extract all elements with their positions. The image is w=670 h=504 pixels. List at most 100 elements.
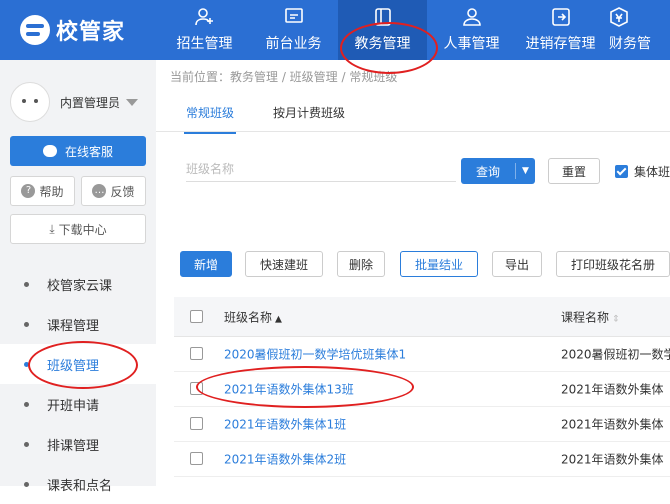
class-name-link[interactable]: 2020暑假班初一数学培优班集体1 bbox=[224, 346, 406, 363]
course-name-cell: 2021年语数外集体 bbox=[561, 452, 664, 467]
sidebar-item-course-management[interactable]: 课程管理 bbox=[0, 304, 156, 344]
chevron-down-icon[interactable] bbox=[126, 98, 139, 106]
tab-bar: 常规班级 按月计费班级 bbox=[156, 92, 670, 134]
box-arrow-icon bbox=[551, 7, 571, 27]
tab-regular-class[interactable]: 常规班级 bbox=[183, 104, 237, 134]
avatar bbox=[10, 82, 50, 122]
sort-asc-icon[interactable]: ▲ bbox=[275, 314, 282, 324]
nav-item-hr[interactable]: 人事管理 bbox=[427, 0, 516, 60]
brand-name: 校管家 bbox=[56, 20, 126, 45]
class-name-link[interactable]: 2021年语数外集体13班 bbox=[224, 381, 354, 398]
bullet bbox=[24, 361, 29, 367]
class-name-link[interactable]: 2021年语数外集体2班 bbox=[224, 451, 346, 468]
sidebar-item-class-management[interactable]: 班级管理 bbox=[0, 344, 156, 384]
nav-item-label: 进销存管理 bbox=[525, 36, 596, 52]
add-button[interactable]: 新增 bbox=[180, 251, 232, 277]
table-row: 2021年语数外集体13班 2021年语数外集体 bbox=[174, 372, 670, 407]
bullet bbox=[24, 441, 29, 447]
online-service-label: 在线客服 bbox=[64, 144, 113, 159]
download-icon: ⤓ bbox=[49, 221, 55, 236]
group-class-label: 集体班 bbox=[634, 165, 670, 179]
breadcrumb: 当前位置：教务管理 / 班级管理 / 常规班级 bbox=[170, 70, 398, 84]
reset-button[interactable]: 重置 bbox=[548, 158, 600, 184]
chevron-down-icon[interactable]: ▼ bbox=[516, 166, 535, 176]
class-name-link[interactable]: 2021年语数外集体1班 bbox=[224, 416, 346, 433]
sidebar-item-label: 排课管理 bbox=[47, 438, 100, 454]
help-button[interactable]: ? 帮助 bbox=[10, 176, 75, 206]
sidebar-item-label: 课表和点名 bbox=[47, 478, 113, 494]
yen-icon bbox=[609, 7, 629, 27]
bullet bbox=[24, 281, 29, 287]
download-center-button[interactable]: ⤓ 下载中心 bbox=[10, 214, 146, 244]
nav-item-finance[interactable]: 财务管 bbox=[605, 0, 658, 60]
sidebar-item-timetable[interactable]: 课表和点名 bbox=[0, 464, 156, 504]
nav-item-enrollment[interactable]: 招生管理 bbox=[160, 0, 249, 60]
top-navigation-bar: 校管家 招生管理 前台业务 教务管理 人事管理 进销存管理 财务管 bbox=[0, 0, 670, 60]
checkbox-checked[interactable] bbox=[615, 165, 628, 178]
select-all-checkbox[interactable] bbox=[190, 309, 203, 323]
feedback-label: 反馈 bbox=[110, 184, 135, 199]
download-center-label: 下载中心 bbox=[58, 222, 107, 237]
book-icon bbox=[373, 7, 393, 27]
sort-icon[interactable]: ⇕ bbox=[612, 314, 620, 324]
class-name-input[interactable]: 班级名称 bbox=[186, 160, 456, 182]
course-name-cell: 2021年语数外集体 bbox=[561, 417, 664, 432]
bullet bbox=[24, 321, 29, 327]
comment-icon: … bbox=[92, 184, 107, 198]
course-name-cell: 2021年语数外集体 bbox=[561, 382, 664, 397]
nav-item-label: 财务管 bbox=[609, 36, 651, 52]
course-name-cell: 2020暑假班初一数学 bbox=[561, 347, 670, 362]
user-plus-icon bbox=[194, 7, 215, 27]
tab-monthly-class[interactable]: 按月计费班级 bbox=[273, 104, 345, 121]
sidebar-item-label: 开班申请 bbox=[47, 398, 100, 414]
class-table: 班级名称 ▲ 课程名称 ⇕ 2020暑假班初一数学培优班集体1 2020暑假班初一数… bbox=[174, 297, 670, 477]
table-header: 班级名称 ▲ 课程名称 ⇕ bbox=[174, 297, 670, 337]
online-service-button[interactable]: 在线客服 bbox=[10, 136, 146, 166]
table-row: 2020暑假班初一数学培优班集体1 2020暑假班初一数学 bbox=[174, 337, 670, 372]
export-button[interactable]: 导出 bbox=[492, 251, 542, 277]
sidebar-item-label: 校管家云课 bbox=[47, 278, 113, 294]
sidebar-menu: 校管家云课 课程管理 班级管理 开班申请 排课管理 课表和点名 bbox=[0, 264, 156, 504]
column-header-course-name[interactable]: 课程名称 ⇕ bbox=[561, 308, 620, 325]
main-content: 当前位置：教务管理 / 班级管理 / 常规班级 常规班级 按月计费班级 班级名称… bbox=[156, 60, 670, 486]
row-checkbox[interactable] bbox=[190, 417, 203, 430]
user-menu[interactable]: 内置管理员 bbox=[0, 60, 156, 136]
sidebar: 内置管理员 在线客服 ? 帮助 … 反馈 ⤓ 下载中心 校管家云课 课程管理 班… bbox=[0, 60, 156, 494]
quick-create-class-button[interactable]: 快速建班 bbox=[245, 251, 323, 277]
nav-item-label: 人事管理 bbox=[443, 36, 500, 52]
nav-item-label: 教务管理 bbox=[354, 36, 411, 52]
table-row: 2021年语数外集体1班 2021年语数外集体 bbox=[174, 407, 670, 442]
sidebar-item-cloud-course[interactable]: 校管家云课 bbox=[0, 264, 156, 304]
question-icon: ? bbox=[21, 184, 36, 198]
nav-item-inventory[interactable]: 进销存管理 bbox=[516, 0, 605, 60]
brand-logo[interactable]: 校管家 bbox=[0, 0, 160, 60]
sidebar-item-class-application[interactable]: 开班申请 bbox=[0, 384, 156, 424]
bullet bbox=[24, 401, 29, 407]
feedback-button[interactable]: … 反馈 bbox=[81, 176, 146, 206]
user-name: 内置管理员 bbox=[60, 95, 121, 110]
row-checkbox[interactable] bbox=[190, 452, 203, 465]
person-icon bbox=[462, 7, 482, 27]
column-header-label: 班级名称 bbox=[224, 310, 273, 324]
query-label: 查询 bbox=[475, 164, 500, 179]
query-button[interactable]: 查询 ▼ bbox=[461, 158, 535, 184]
nav-item-front-desk[interactable]: 前台业务 bbox=[249, 0, 338, 60]
sidebar-item-label: 课程管理 bbox=[47, 318, 100, 334]
column-header-class-name[interactable]: 班级名称 ▲ bbox=[224, 308, 282, 325]
nav-item-label: 前台业务 bbox=[265, 36, 322, 52]
nav-item-academic[interactable]: 教务管理 bbox=[338, 0, 427, 60]
sidebar-item-label: 班级管理 bbox=[47, 358, 100, 374]
table-row: 2021年语数外集体2班 2021年语数外集体 bbox=[174, 442, 670, 477]
help-label: 帮助 bbox=[39, 184, 64, 199]
logo-icon bbox=[20, 15, 50, 45]
row-checkbox[interactable] bbox=[190, 382, 203, 395]
column-header-label: 课程名称 bbox=[561, 310, 610, 324]
batch-graduate-button[interactable]: 批量结业 bbox=[400, 251, 478, 277]
delete-button[interactable]: 删除 bbox=[337, 251, 385, 277]
row-checkbox[interactable] bbox=[190, 347, 203, 360]
print-roster-button[interactable]: 打印班级花名册 bbox=[556, 251, 670, 277]
group-class-checkbox[interactable]: 集体班 bbox=[615, 163, 670, 180]
monitor-icon bbox=[284, 7, 304, 27]
nav-item-label: 招生管理 bbox=[176, 36, 233, 52]
sidebar-item-scheduling[interactable]: 排课管理 bbox=[0, 424, 156, 464]
